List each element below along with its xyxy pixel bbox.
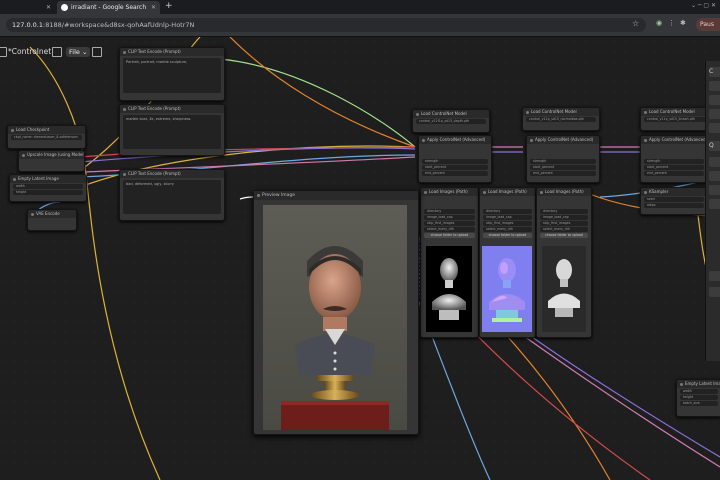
puzzle-icon[interactable]: ✱: [680, 19, 686, 27]
file-menu-button[interactable]: File ⌄: [66, 47, 91, 57]
panel-button[interactable]: [709, 123, 720, 133]
normal-map-image: [482, 246, 532, 332]
panel-button[interactable]: [709, 185, 720, 195]
bust-image: [542, 246, 586, 332]
bookmark-star-icon[interactable]: ☆: [632, 19, 639, 28]
choose-folder-button[interactable]: choose folder to upload: [424, 233, 475, 238]
ksampler-node[interactable]: KSampler seed steps: [640, 187, 708, 215]
load-checkpoint-node[interactable]: Load Checkpoint ckpt_name: dreamshaper_8…: [7, 125, 86, 149]
clip-text-node-3[interactable]: CLIP Text Encode (Prompt) bad, deformed,…: [119, 169, 225, 221]
load-images-node-3[interactable]: Load Images (Path) directory image_load_…: [536, 187, 592, 338]
controlnet-loader-2[interactable]: Load ControlNet Model control_v11p_sd15_…: [522, 107, 600, 131]
address-bar: 127.0.0.1:8188/#workspace&d8sx-qohAafUdn…: [0, 14, 720, 37]
prompt-textbox[interactable]: Portrait, portrait, marble sculpture,: [123, 58, 221, 94]
empty-latent-node[interactable]: Empty Latent Image width height: [9, 174, 87, 202]
google-icon: [61, 4, 68, 11]
profile-button[interactable]: Paus: [696, 18, 720, 31]
apply-controlnet-3[interactable]: Apply ControlNet (Advanced) strength sta…: [640, 135, 708, 183]
choose-folder-button[interactable]: choose folder to upload: [483, 233, 532, 238]
apply-controlnet-1[interactable]: Apply ControlNet (Advanced) strength sta…: [418, 135, 492, 183]
preview-image-node[interactable]: Preview Image: [253, 190, 419, 435]
choose-folder-button[interactable]: choose folder to upload: [540, 233, 588, 238]
panel-button[interactable]: [709, 287, 720, 297]
wire: [229, 37, 416, 148]
preview-image: [263, 205, 407, 430]
new-tab-icon[interactable]: +: [165, 0, 173, 13]
panel-button[interactable]: [709, 109, 720, 119]
controlnet-loader-1[interactable]: Load ControlNet Model control_v11f1p_sd1…: [412, 109, 490, 133]
menu-icon[interactable]: [0, 47, 7, 57]
url-field[interactable]: 127.0.0.1:8188/#workspace&d8sx-qohAafUdn…: [6, 18, 646, 32]
load-images-node-1[interactable]: Load Images (Path) directory image_load_…: [420, 187, 479, 338]
empty-latent-node-2[interactable]: Empty Latent Image width height batch_si…: [676, 379, 720, 417]
close-tab-icon[interactable]: ✕: [151, 1, 156, 14]
panel-button[interactable]: [709, 157, 720, 167]
save-icon[interactable]: [92, 47, 102, 57]
panel-button[interactable]: [709, 81, 720, 91]
node-canvas[interactable]: *Controlnet File ⌄ CLIP Text Encode (Pro…: [0, 37, 720, 480]
close-tab-icon[interactable]: ✕: [46, 1, 51, 14]
window-controls[interactable]: ⌄ ─ ▢ ✕: [691, 2, 716, 9]
wire: [29, 46, 86, 168]
panel-button[interactable]: C: [709, 67, 720, 77]
browser-tab-comfyui[interactable]: ✕: [0, 1, 55, 14]
panel-button[interactable]: [709, 171, 720, 181]
apply-controlnet-2[interactable]: Apply ControlNet (Advanced) strength sta…: [526, 135, 600, 183]
panel-button[interactable]: [709, 199, 720, 209]
vae-encode-node[interactable]: VAE Encode: [27, 209, 77, 231]
workflow-title[interactable]: *Controlnet: [8, 47, 51, 56]
browser-tab-strip: ✕ irradiant - Google Search ✕ + ⌄ ─ ▢ ✕: [0, 0, 720, 14]
panel-button[interactable]: [709, 271, 720, 281]
wire: [239, 196, 254, 200]
load-images-node-2[interactable]: Load Images (Path) directory image_load_…: [479, 187, 536, 338]
clip-text-node-1[interactable]: CLIP Text Encode (Prompt) Portrait, port…: [119, 47, 225, 101]
prompt-textbox[interactable]: marble bust, 4k, extreme, sharpness: [123, 115, 221, 149]
browser-tab-google[interactable]: irradiant - Google Search ✕: [57, 1, 160, 14]
menu-icon[interactable]: ⋮: [668, 19, 675, 27]
side-menu-panel: C Q: [705, 61, 720, 361]
depth-map-image: [426, 246, 472, 332]
panel-button[interactable]: [709, 95, 720, 105]
queue-button[interactable]: Q: [709, 141, 720, 151]
extension-icon[interactable]: ◉: [656, 19, 662, 27]
upscale-image-node[interactable]: Upscale Image (using Model): [18, 150, 85, 172]
clip-text-node-2[interactable]: CLIP Text Encode (Prompt) marble bust, 4…: [119, 104, 225, 156]
image-icon[interactable]: [52, 47, 62, 57]
prompt-textbox[interactable]: bad, deformed, ugly, blurry: [123, 180, 221, 214]
